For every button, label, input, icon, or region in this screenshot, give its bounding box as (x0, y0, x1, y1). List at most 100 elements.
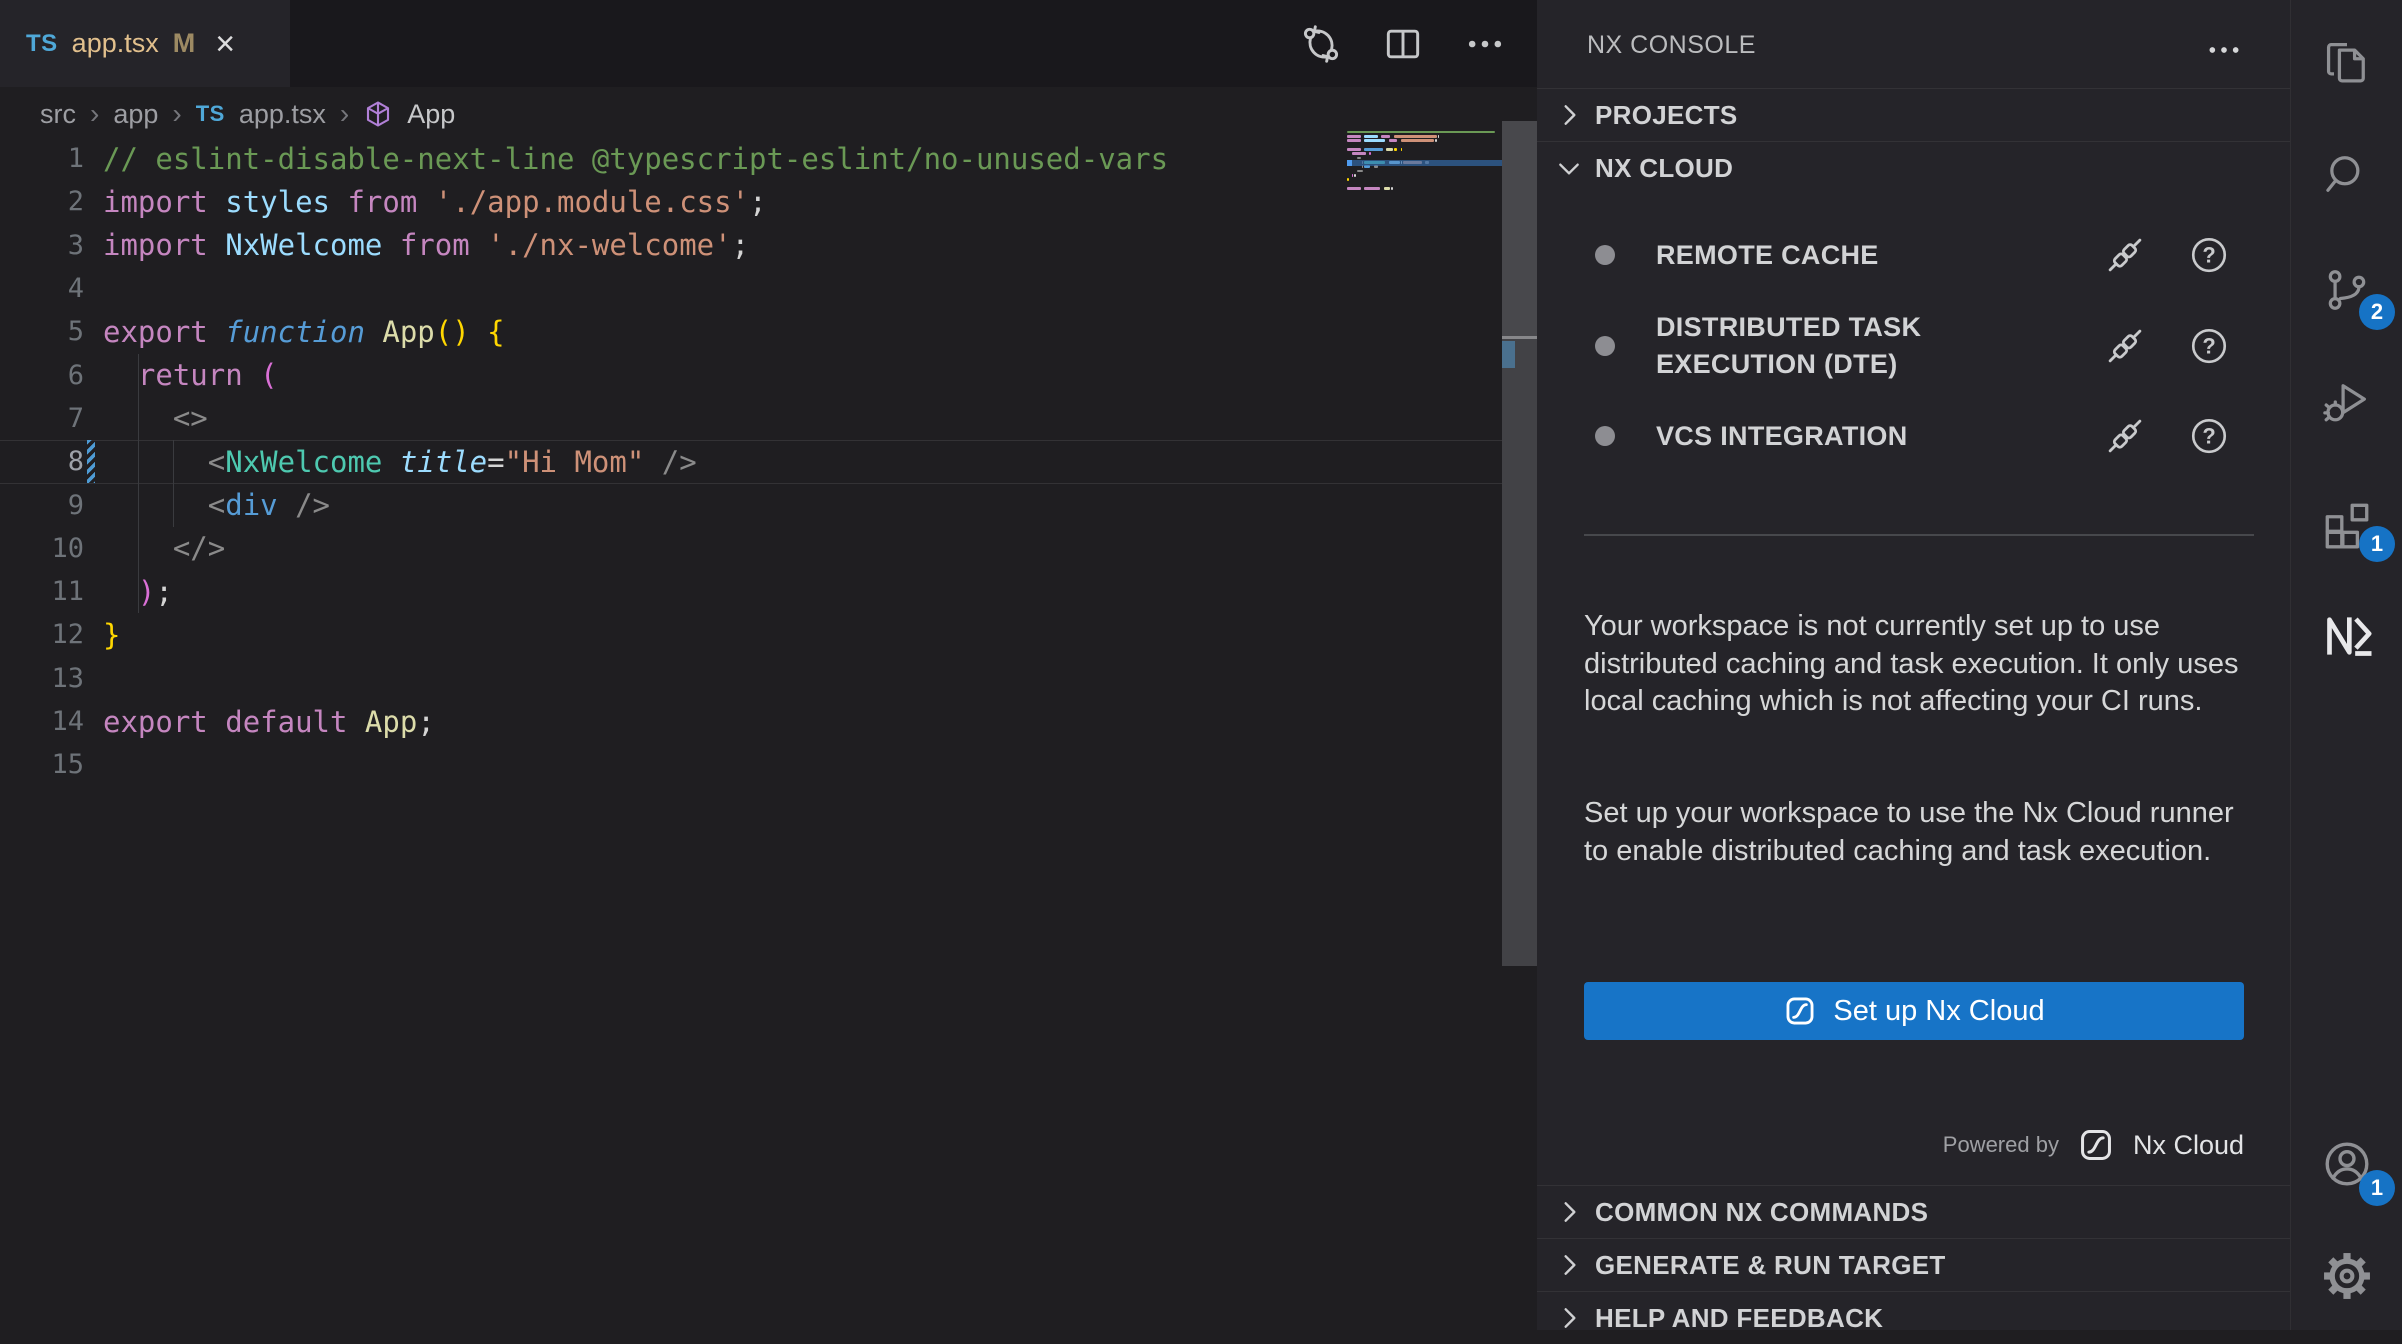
line-number: 14 (0, 706, 84, 737)
section-nx-cloud[interactable]: NX CLOUD (1537, 141, 2290, 194)
chevron-right-icon (1553, 99, 1585, 131)
overview-ruler-modified-mark (1502, 341, 1515, 368)
git-modified-badge: M (173, 28, 196, 59)
section-generate-run-target[interactable]: GENERATE & RUN TARGET (1537, 1238, 2290, 1291)
tab-app-tsx[interactable]: TS app.tsx M × (0, 0, 290, 87)
extensions-icon[interactable]: 1 (2291, 472, 2402, 576)
tab-bar: TS app.tsx M × (0, 0, 1537, 87)
nx-console-icon[interactable] (2291, 584, 2402, 688)
chevron-right-icon: › (90, 98, 99, 130)
breadcrumb-folder[interactable]: src (40, 99, 76, 130)
section-label: GENERATE & RUN TARGET (1595, 1250, 1946, 1281)
code-line[interactable]: 12} (0, 613, 1502, 656)
open-changes-icon[interactable] (1299, 22, 1343, 66)
overview-ruler-divider (1502, 336, 1537, 339)
line-number: 13 (0, 663, 84, 694)
svg-text:?: ? (2202, 334, 2215, 359)
help-question-icon[interactable]: ? (2188, 234, 2230, 276)
search-icon[interactable] (2291, 122, 2402, 226)
breadcrumb-folder[interactable]: app (113, 99, 158, 130)
code-line[interactable]: 5export function App() { (0, 310, 1502, 353)
line-number: 3 (0, 230, 84, 261)
chevron-down-icon (1553, 152, 1585, 184)
line-number: 2 (0, 186, 84, 217)
svg-text:?: ? (2202, 243, 2215, 268)
nx-console-panel: NX CONSOLE PROJECTS NX CLOUD REMOTE CACH… (1537, 0, 2290, 1330)
code-line[interactable]: 11 ); (0, 570, 1502, 613)
panel-header: NX CONSOLE (1537, 0, 2290, 88)
editor-actions (1299, 0, 1507, 87)
section-label: HELP AND FEEDBACK (1595, 1303, 1883, 1334)
code-line[interactable]: 15 (0, 743, 1502, 786)
status-dot (1595, 245, 1615, 265)
more-actions-icon[interactable] (1463, 22, 1507, 66)
line-number: 9 (0, 490, 84, 521)
breadcrumb-file[interactable]: app.tsx (239, 99, 326, 130)
section-label: COMMON NX COMMANDS (1595, 1197, 1928, 1228)
chevron-right-icon (1553, 1302, 1585, 1334)
line-number: 6 (0, 360, 84, 391)
code-editor[interactable]: 1// eslint-disable-next-line @typescript… (0, 137, 1502, 786)
code-line[interactable]: 7 <> (0, 397, 1502, 440)
scrollbar-slider[interactable] (1502, 121, 1537, 336)
activity-bar: 2 1 1 (2290, 0, 2402, 1330)
minimap[interactable] (1347, 130, 1503, 200)
help-question-icon[interactable]: ? (2188, 415, 2230, 457)
tab-label: app.tsx (72, 28, 159, 59)
svg-text:?: ? (2202, 424, 2215, 449)
code-line[interactable]: 1// eslint-disable-next-line @typescript… (0, 137, 1502, 180)
line-number: 5 (0, 316, 84, 347)
section-help-and-feedback[interactable]: HELP AND FEEDBACK (1537, 1291, 2290, 1344)
breadcrumb-symbol[interactable]: App (407, 99, 455, 130)
run-debug-icon[interactable] (2291, 350, 2402, 454)
feature-label: REMOTE CACHE (1656, 237, 1879, 274)
split-editor-icon[interactable] (1381, 22, 1425, 66)
typescript-file-icon: TS (26, 30, 58, 58)
line-number: 11 (0, 576, 84, 607)
connect-plug-icon[interactable] (2104, 325, 2146, 367)
status-dot (1595, 336, 1615, 356)
code-line[interactable]: 13 (0, 657, 1502, 700)
code-line[interactable]: 9 <div /> (0, 483, 1502, 526)
section-projects[interactable]: PROJECTS (1537, 88, 2290, 141)
setup-nx-cloud-button[interactable]: Set up Nx Cloud (1584, 982, 2244, 1040)
line-number: 15 (0, 749, 84, 780)
section-label: PROJECTS (1595, 100, 1738, 131)
nx-cloud-brand-label: Nx Cloud (2133, 1130, 2244, 1161)
symbol-cube-icon (363, 99, 393, 129)
scrollbar-overview-ruler[interactable] (1502, 121, 1537, 966)
code-line[interactable]: 6 return ( (0, 353, 1502, 396)
code-line[interactable]: 8 <NxWelcome title="Hi Mom" /> (0, 440, 1502, 483)
close-tab-icon[interactable]: × (215, 27, 235, 61)
setup-button-label: Set up Nx Cloud (1833, 995, 2044, 1028)
chevron-right-icon (1553, 1249, 1585, 1281)
feature-label: VCS INTEGRATION (1656, 418, 1908, 455)
line-number: 8 (0, 446, 84, 477)
code-line[interactable]: 10 </> (0, 527, 1502, 570)
chevron-right-icon: › (340, 98, 349, 130)
account-icon[interactable]: 1 (2291, 1112, 2402, 1216)
help-question-icon[interactable]: ? (2188, 325, 2230, 367)
line-number: 4 (0, 273, 84, 304)
code-line[interactable]: 2import styles from './app.module.css'; (0, 180, 1502, 223)
workspace-status-text: Your workspace is not currently set up t… (1584, 608, 2252, 721)
connect-plug-icon[interactable] (2104, 415, 2146, 457)
panel-more-actions-icon[interactable] (2204, 30, 2244, 75)
status-dot (1595, 426, 1615, 446)
settings-gear-icon[interactable] (2291, 1224, 2402, 1328)
source-control-icon[interactable]: 2 (2291, 238, 2402, 342)
code-line[interactable]: 14export default App; (0, 700, 1502, 743)
line-number: 12 (0, 619, 84, 650)
section-common-nx-commands[interactable]: COMMON NX COMMANDS (1537, 1185, 2290, 1238)
extensions-badge: 1 (2359, 526, 2395, 562)
breadcrumb: src › app › TS app.tsx › App (40, 92, 455, 136)
feature-vcs-integration: VCS INTEGRATION ? (1537, 408, 2290, 464)
connect-plug-icon[interactable] (2104, 234, 2146, 276)
editor-group: TS app.tsx M × (0, 0, 1537, 1330)
line-number: 1 (0, 143, 84, 174)
explorer-icon[interactable] (2291, 10, 2402, 114)
code-line[interactable]: 3import NxWelcome from './nx-welcome'; (0, 224, 1502, 267)
account-badge: 1 (2359, 1170, 2395, 1206)
line-number: 7 (0, 403, 84, 434)
code-line[interactable]: 4 (0, 267, 1502, 310)
